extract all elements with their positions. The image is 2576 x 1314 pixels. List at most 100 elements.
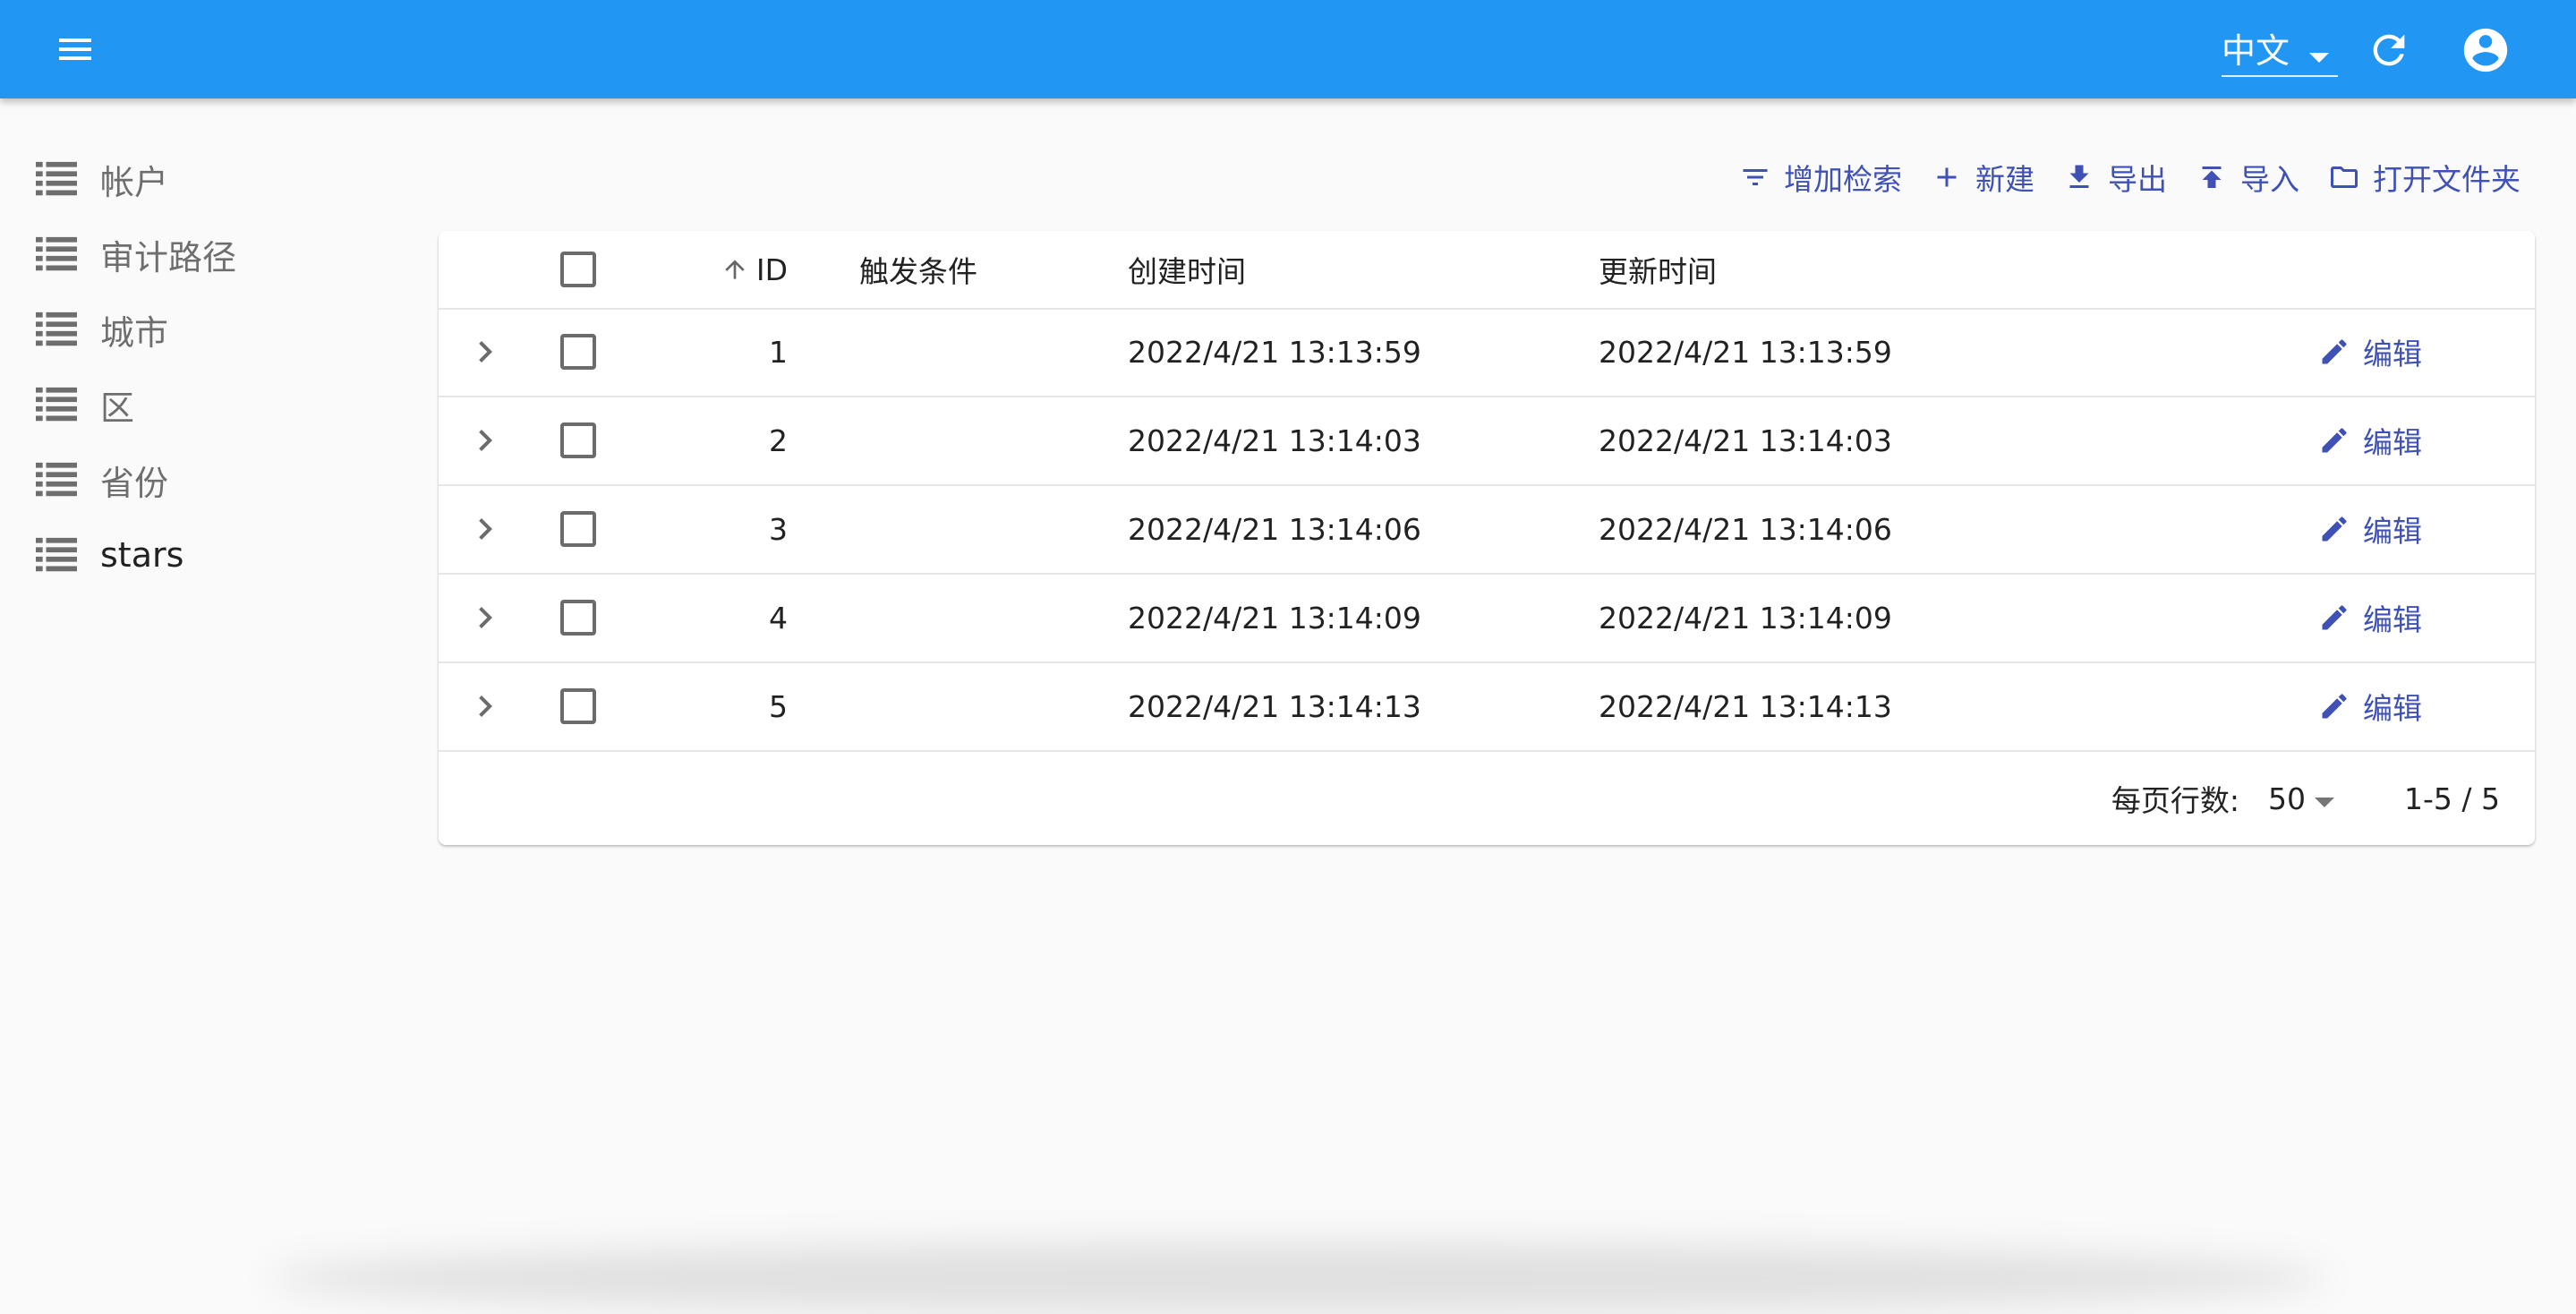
created-cell: 2022/4/21 13:14:09: [1128, 574, 1421, 661]
sidebar: 帐户审计路径城市区省份 stars: [0, 141, 430, 593]
id-cell: 2: [439, 397, 788, 484]
created-cell: 2022/4/21 13:13:59: [1128, 308, 1421, 396]
id-cell: 4: [439, 574, 788, 661]
list-icon: [36, 537, 77, 573]
list-icon: [36, 311, 77, 347]
id-header-label: ID: [755, 252, 788, 287]
pagination-range: 1-5 / 5: [2404, 781, 2500, 816]
updated-column-header[interactable]: 更新时间: [1599, 231, 1717, 308]
id-cell: 5: [439, 662, 788, 750]
edit-button[interactable]: 编辑: [2318, 330, 2422, 373]
sidebar-item-label: 审计路径: [100, 237, 237, 277]
refresh-icon: [2373, 34, 2405, 66]
edit-label: 编辑: [2363, 691, 2422, 726]
updated-value: 2022/4/21 13:14:09: [1599, 600, 1892, 636]
trigger-column-header[interactable]: 触发条件: [859, 231, 977, 308]
id-value: 2: [769, 422, 788, 458]
updated-cell: 2022/4/21 13:14:06: [1599, 485, 1892, 573]
number-cell: 3: [2050, 485, 2535, 573]
list-icon: [36, 387, 77, 422]
list-icon: [36, 236, 77, 272]
id-column-header[interactable]: ID: [439, 231, 788, 308]
sidebar-item[interactable]: 区: [0, 367, 430, 442]
pencil-icon: [2322, 694, 2347, 719]
edit-button[interactable]: 编辑: [2318, 508, 2422, 550]
create-label: 新建: [1975, 162, 2034, 197]
list-icon: [36, 161, 77, 197]
id-value: 3: [769, 511, 788, 547]
filter-icon: [1743, 169, 1768, 185]
edit-label: 编辑: [2363, 514, 2422, 549]
table-row[interactable]: 52022/4/21 13:14:132022/4/21 13:14:135编辑: [439, 662, 2535, 752]
sidebar-item[interactable]: 城市: [0, 292, 430, 367]
export-label: 导出: [2108, 162, 2167, 197]
edit-button[interactable]: 编辑: [2318, 685, 2422, 728]
edit-label: 编辑: [2363, 425, 2422, 460]
sidebar-item[interactable]: stars: [0, 517, 430, 593]
edit-cell: 编辑: [2318, 397, 2422, 484]
language-label: 中文: [2222, 30, 2290, 71]
list-toolbar: 增加检索 新建 导出 导入 打开文件夹: [1734, 149, 2526, 206]
sidebar-item-label: 帐户: [100, 162, 169, 202]
sidebar-item[interactable]: 省份: [0, 442, 430, 517]
edit-button[interactable]: 编辑: [2318, 596, 2422, 639]
chevron-down-icon: [2309, 53, 2329, 63]
sidebar-item-label: stars: [100, 535, 184, 575]
add-icon: [1937, 167, 1957, 187]
pencil-icon: [2322, 605, 2347, 630]
edit-label: 编辑: [2363, 337, 2422, 371]
created-value: 2022/4/21 13:14:09: [1128, 600, 1421, 636]
arrow-up-icon: [725, 260, 745, 279]
edit-cell: 编辑: [2318, 485, 2422, 573]
add-filter-button[interactable]: 增加检索: [1734, 149, 1907, 206]
table-row[interactable]: 12022/4/21 13:13:592022/4/21 13:13:591编辑: [439, 308, 2535, 397]
menu-icon: [59, 38, 91, 60]
refresh-button[interactable]: [2361, 22, 2417, 78]
table-row[interactable]: 22022/4/21 13:14:032022/4/21 13:14:032编辑: [439, 397, 2535, 486]
sidebar-item[interactable]: 帐户: [0, 141, 430, 217]
edit-button[interactable]: 编辑: [2318, 419, 2422, 462]
table-row[interactable]: 42022/4/21 13:14:092022/4/21 13:14:094编辑: [439, 574, 2535, 663]
folder-icon: [2331, 166, 2358, 188]
id-value: 1: [769, 334, 788, 370]
language-select[interactable]: 中文: [2222, 20, 2338, 77]
rows-per-page-cell: 50: [2268, 752, 2334, 845]
updated-value: 2022/4/21 13:14:03: [1599, 422, 1892, 458]
list-icon: [36, 462, 77, 498]
id-cell: 1: [439, 308, 788, 396]
number-column-header[interactable]: number: [2050, 231, 2535, 308]
trigger-header-label: 触发条件: [859, 254, 977, 289]
sidebar-item[interactable]: 审计路径: [0, 217, 430, 292]
created-value: 2022/4/21 13:14:03: [1128, 422, 1421, 458]
rows-per-page-label: 每页行数:: [439, 752, 2239, 845]
import-button[interactable]: 导入: [2190, 149, 2305, 206]
created-cell: 2022/4/21 13:14:06: [1128, 485, 1421, 573]
app-bar: 中文: [0, 0, 2576, 98]
create-button[interactable]: 新建: [1925, 149, 2040, 206]
open-folder-label: 打开文件夹: [2373, 162, 2521, 197]
updated-cell: 2022/4/21 13:14:13: [1599, 662, 1892, 750]
created-value: 2022/4/21 13:13:59: [1128, 334, 1421, 370]
chevron-down-icon: [2315, 797, 2334, 807]
open-folder-button[interactable]: 打开文件夹: [2323, 149, 2526, 206]
number-cell: 4: [2050, 574, 2535, 661]
sidebar-item-label: 省份: [100, 463, 169, 503]
created-column-header[interactable]: 创建时间: [1128, 231, 1246, 308]
pencil-icon: [2322, 339, 2347, 364]
edit-cell: 编辑: [2318, 308, 2422, 396]
number-cell: 5: [2050, 662, 2535, 750]
sidebar-item-label: 区: [100, 388, 135, 428]
bottom-shadow: [269, 1242, 2327, 1314]
sidebar-item-label: 城市: [100, 312, 169, 353]
updated-header-label: 更新时间: [1599, 254, 1717, 289]
rows-per-page-select[interactable]: 50: [2268, 781, 2334, 816]
pagination-range-cell: 1-5 / 5: [2404, 752, 2512, 845]
account-button[interactable]: [2458, 22, 2513, 78]
menu-button[interactable]: [41, 22, 109, 76]
created-cell: 2022/4/21 13:14:03: [1128, 397, 1421, 484]
export-button[interactable]: 导出: [2058, 149, 2172, 206]
account-circle-icon: [2463, 28, 2508, 73]
table-row[interactable]: 32022/4/21 13:14:062022/4/21 13:14:063编辑: [439, 485, 2535, 575]
id-value: 5: [769, 688, 788, 724]
add-filter-label: 增加检索: [1784, 162, 1902, 197]
